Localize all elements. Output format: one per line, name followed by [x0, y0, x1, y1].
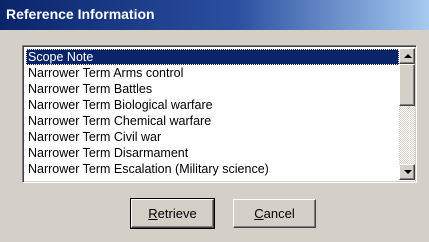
scrollbar-thumb[interactable]: [399, 64, 415, 106]
list-item[interactable]: Narrower Term Battles: [26, 81, 399, 97]
list-item[interactable]: Narrower Term Arms control: [26, 65, 399, 81]
list-item[interactable]: Narrower Term Chemical warfare: [26, 113, 399, 129]
list-item[interactable]: Narrower Term Civil war: [26, 129, 399, 145]
cancel-mnemonic: C: [254, 206, 264, 221]
arrow-down-icon: [404, 170, 412, 174]
list-item[interactable]: Scope Note: [26, 49, 399, 65]
list-item[interactable]: Narrower Term Escalation (Military scien…: [26, 161, 399, 177]
retrieve-mnemonic: R: [148, 206, 158, 221]
scroll-down-button[interactable]: [399, 164, 415, 180]
vertical-scrollbar[interactable]: [399, 48, 415, 180]
retrieve-label-rest: etrieve: [157, 206, 197, 221]
cancel-label-rest: ancel: [263, 206, 295, 221]
retrieve-button[interactable]: Retrieve: [130, 198, 215, 229]
list-item[interactable]: Narrower Term Biological warfare: [26, 97, 399, 113]
list-items: Scope Note Narrower Term Arms control Narr…: [26, 49, 399, 181]
reference-listbox[interactable]: Scope Note Narrower Term Arms control Narr…: [22, 45, 417, 183]
reference-information-dialog: Reference Information Scope Note Narrower…: [0, 0, 429, 242]
cancel-button[interactable]: Cancel: [233, 199, 316, 228]
arrow-up-icon: [404, 54, 412, 58]
window-title: Reference Information: [6, 6, 155, 22]
list-item[interactable]: Narrower Term Disarmament: [26, 145, 399, 161]
scroll-up-button[interactable]: [399, 48, 415, 64]
title-bar[interactable]: Reference Information: [0, 0, 429, 30]
